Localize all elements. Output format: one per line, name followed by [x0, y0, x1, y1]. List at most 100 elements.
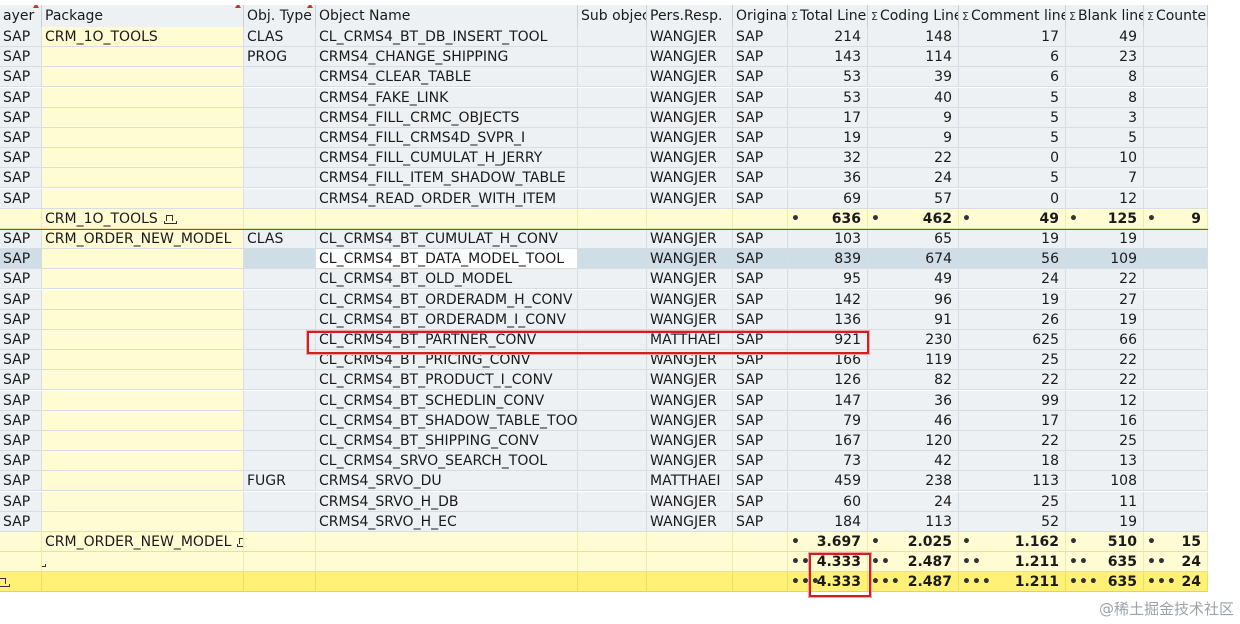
cell-blank[interactable]: 23: [1066, 47, 1144, 68]
cell-coding[interactable]: ••• 2.487: [868, 572, 959, 593]
cell-objname[interactable]: CRMS4_FILL_CRMC_OBJECTS: [316, 107, 578, 128]
cell-coding[interactable]: 40: [868, 87, 959, 108]
cell-layer[interactable]: SAP: [0, 168, 42, 189]
table-row[interactable]: SAP CL_CRMS4_BT_SHIPPING_CONV WANGJER SAP 16…: [0, 431, 1208, 451]
column-header-blank[interactable]: ΣBlank lines: [1066, 5, 1144, 27]
cell-resp[interactable]: WANGJER: [647, 107, 733, 128]
cell-counter[interactable]: [1144, 168, 1208, 189]
cell-orig[interactable]: SAP: [733, 491, 788, 512]
cell-objname[interactable]: CL_CRMS4_BT_SHADOW_TABLE_TOOL: [316, 410, 578, 431]
cell-blank[interactable]: 5: [1066, 128, 1144, 148]
cell-layer[interactable]: SAP: [0, 451, 42, 472]
cell-counter[interactable]: •• 24: [1144, 552, 1208, 573]
cell-layer[interactable]: SAP: [0, 471, 42, 492]
cell-objtype[interactable]: [244, 289, 316, 310]
cell-blank[interactable]: •• 635: [1066, 552, 1144, 573]
cell-subobj[interactable]: [578, 208, 647, 229]
cell-total[interactable]: • 636: [788, 208, 868, 229]
column-header-objtype[interactable]: Obj. Type: [244, 5, 316, 27]
cell-layer[interactable]: SAP: [0, 350, 42, 371]
cell-layer[interactable]: SAP: [0, 309, 42, 330]
cell-resp[interactable]: WANGJER: [647, 370, 733, 391]
cell-package[interactable]: [42, 249, 244, 270]
cell-coding[interactable]: 39: [868, 67, 959, 88]
cell-subobj[interactable]: [578, 87, 647, 108]
cell-layer[interactable]: SAP: [0, 188, 42, 209]
cell-total[interactable]: 839: [788, 249, 868, 270]
cell-subobj[interactable]: [578, 431, 647, 451]
cell-coding[interactable]: 65: [868, 229, 959, 249]
cell-total[interactable]: 126: [788, 370, 868, 391]
cell-coding[interactable]: • 462: [868, 208, 959, 229]
table-row[interactable]: SAP CL_CRMS4_BT_SHADOW_TABLE_TOOL WANGJER S…: [0, 410, 1208, 431]
cell-objname[interactable]: CL_CRMS4_BT_CUMULAT_H_CONV: [316, 229, 578, 249]
cell-objtype[interactable]: [244, 390, 316, 411]
cell-counter[interactable]: [1144, 229, 1208, 249]
cell-counter[interactable]: ••• 24: [1144, 572, 1208, 593]
cell-layer[interactable]: SAP: [0, 87, 42, 108]
cell-comment[interactable]: 52: [959, 511, 1066, 532]
column-header-total[interactable]: Σ Total Lines: [788, 5, 868, 27]
cell-objname[interactable]: [316, 572, 578, 593]
cell-package[interactable]: [42, 289, 244, 310]
grand-total-row[interactable]: ••• 4.333 ••• 2.487 ••• 1.211 ••• 635 ••• 24: [0, 572, 1208, 593]
cell-coding[interactable]: 24: [868, 491, 959, 512]
cell-package[interactable]: [42, 168, 244, 189]
cell-blank[interactable]: 19: [1066, 229, 1144, 249]
cell-coding[interactable]: 9: [868, 107, 959, 128]
cell-total[interactable]: 214: [788, 27, 868, 47]
column-header-coding[interactable]: ΣCoding Lines: [868, 5, 959, 27]
subtotal-icon[interactable]: [163, 214, 177, 224]
cell-layer[interactable]: SAP: [0, 249, 42, 270]
cell-counter[interactable]: • 15: [1144, 532, 1208, 552]
cell-resp[interactable]: [647, 552, 733, 573]
cell-blank[interactable]: 49: [1066, 27, 1144, 47]
cell-orig[interactable]: [733, 572, 788, 593]
cell-coding[interactable]: 24: [868, 168, 959, 189]
cell-coding[interactable]: 82: [868, 370, 959, 391]
cell-package[interactable]: [42, 87, 244, 108]
cell-resp[interactable]: WANGJER: [647, 491, 733, 512]
cell-comment[interactable]: 17: [959, 27, 1066, 47]
cell-package[interactable]: [42, 572, 244, 593]
cell-total[interactable]: 184: [788, 511, 868, 532]
cell-comment[interactable]: ••• 1.211: [959, 572, 1066, 593]
table-row[interactable]: SAP CRMS4_FILL_CRMS4D_SVPR_I WANGJER SAP 19 9…: [0, 128, 1208, 148]
cell-comment[interactable]: 26: [959, 309, 1066, 330]
cell-subobj[interactable]: [578, 491, 647, 512]
cell-total[interactable]: 73: [788, 451, 868, 472]
cell-comment[interactable]: • 49: [959, 208, 1066, 229]
cell-resp[interactable]: WANGJER: [647, 87, 733, 108]
cell-counter[interactable]: [1144, 289, 1208, 310]
cell-orig[interactable]: [733, 552, 788, 573]
cell-counter[interactable]: [1144, 451, 1208, 472]
cell-subobj[interactable]: [578, 188, 647, 209]
cell-comment[interactable]: 6: [959, 67, 1066, 88]
table-row[interactable]: SAP CL_CRMS4_BT_PRODUCT_I_CONV WANGJER SAP 1…: [0, 370, 1208, 391]
cell-objtype[interactable]: [244, 410, 316, 431]
table-row[interactable]: SAP CL_CRMS4_SRVO_SEARCH_TOOL WANGJER SAP 73…: [0, 451, 1208, 472]
cell-blank[interactable]: 10: [1066, 148, 1144, 169]
cell-resp[interactable]: MATTHAEI: [647, 471, 733, 492]
cell-comment[interactable]: 5: [959, 168, 1066, 189]
table-row[interactable]: SAP CL_CRMS4_BT_OLD_MODEL WANGJER SAP 95 49 24…: [0, 269, 1208, 290]
cell-objtype[interactable]: [244, 148, 316, 169]
cell-comment[interactable]: 56: [959, 249, 1066, 270]
cell-objname[interactable]: CL_CRMS4_BT_DATA_MODEL_TOOL: [316, 249, 578, 270]
cell-package[interactable]: [42, 67, 244, 88]
cell-total[interactable]: 19: [788, 128, 868, 148]
cell-subobj[interactable]: [578, 370, 647, 391]
cell-package[interactable]: [42, 47, 244, 68]
cell-package[interactable]: [42, 350, 244, 371]
column-header-comment[interactable]: ΣComment lines: [959, 5, 1066, 27]
cell-resp[interactable]: WANGJER: [647, 289, 733, 310]
cell-objname[interactable]: CL_CRMS4_BT_OLD_MODEL: [316, 269, 578, 290]
cell-blank[interactable]: 16: [1066, 410, 1144, 431]
cell-total[interactable]: 53: [788, 67, 868, 88]
cell-layer[interactable]: [0, 572, 42, 593]
cell-orig[interactable]: SAP: [733, 107, 788, 128]
cell-package[interactable]: [42, 188, 244, 209]
cell-comment[interactable]: 5: [959, 87, 1066, 108]
cell-counter[interactable]: [1144, 188, 1208, 209]
cell-subobj[interactable]: [578, 67, 647, 88]
